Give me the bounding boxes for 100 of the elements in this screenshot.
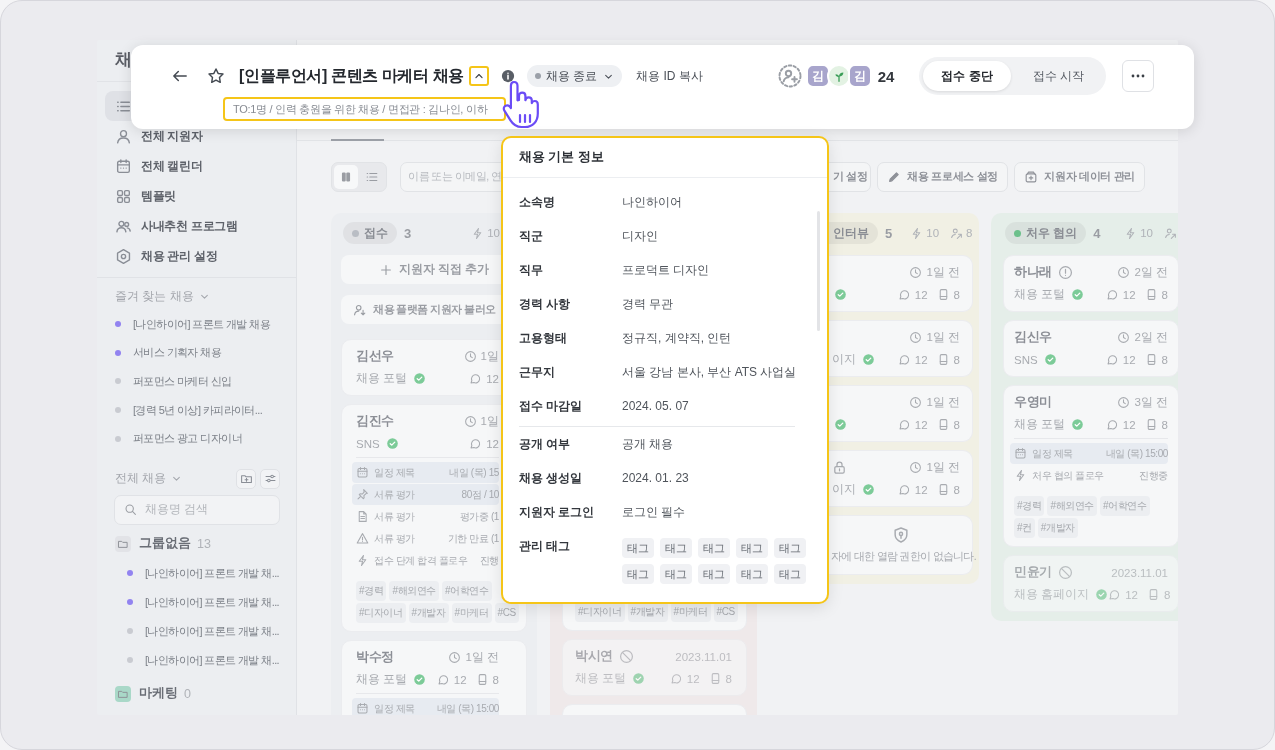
- tag: 태그: [660, 538, 692, 558]
- stat-count: 10: [1140, 227, 1153, 239]
- document-count: 8: [492, 673, 499, 686]
- applicant-name: 박시연: [575, 648, 614, 665]
- field-value: 서울 강남 본사, 부산 ATS 사업실: [622, 363, 797, 381]
- field-label: 직군: [519, 227, 544, 245]
- tag: 태그: [774, 538, 806, 558]
- schedule-label: 처우 협의 플로우: [1032, 468, 1105, 483]
- field-value: 디자인: [622, 227, 658, 245]
- source-label: 채용 포털: [1014, 287, 1066, 302]
- source-label: 이지: [832, 352, 856, 367]
- elapsed-time: 3일 전: [1134, 395, 1168, 410]
- tag: #개발자: [1037, 518, 1078, 538]
- comment-count: 12: [486, 372, 499, 385]
- comment-count: 12: [453, 673, 467, 686]
- stage-count: 5: [885, 225, 893, 241]
- tag: #컨: [1014, 518, 1035, 538]
- avatar: 김: [847, 64, 872, 88]
- elapsed-time: 1일: [480, 349, 499, 364]
- tag: #어학연수: [1099, 496, 1150, 516]
- schedule-value: 평가중 (1: [459, 509, 499, 524]
- field-value: 나인하이어: [622, 193, 682, 211]
- tag: #마케터: [451, 603, 492, 623]
- document-count: 8: [1161, 288, 1168, 301]
- applicant-name: 김진수: [356, 413, 395, 430]
- applicant-name: 박수정: [356, 649, 395, 666]
- field-value: 프로덕트 디자인: [622, 261, 710, 279]
- field-value: 로그인 필수: [622, 503, 686, 521]
- source-label: 채용 포털: [356, 371, 408, 386]
- group-count: 0: [184, 686, 191, 701]
- tag: #해외연수: [389, 581, 439, 601]
- tag: #경력: [1014, 496, 1045, 516]
- source-label: SNS: [356, 437, 380, 450]
- applicant-name: 하나래: [1014, 264, 1053, 281]
- tag: #CS: [713, 602, 738, 622]
- tag: #디자이너: [575, 602, 625, 622]
- tag: #어학연수: [441, 581, 492, 601]
- comment-count: 12: [914, 483, 928, 496]
- elapsed-time: 1일 전: [926, 265, 960, 280]
- tag: 태그: [698, 538, 730, 558]
- tag: #디자이너: [356, 603, 406, 623]
- tag: #마케터: [670, 602, 711, 622]
- source-label: 채용 포털: [356, 672, 408, 687]
- schedule-label: 일정 제목: [374, 701, 416, 715]
- document-count: 8: [953, 418, 960, 431]
- elapsed-time: 2일 전: [1134, 265, 1168, 280]
- tag: #개발자: [408, 603, 449, 623]
- field-value: 경력 무관: [622, 295, 674, 313]
- schedule-label: 일정 제목: [374, 465, 416, 480]
- tag: #개발자: [627, 602, 668, 622]
- comment-count: 12: [486, 437, 499, 450]
- tag: 태그: [622, 564, 654, 584]
- recruitment-summary: TO:1명 / 인력 충원을 위한 채용 / 면접관 : 김나인, 이하: [223, 97, 506, 121]
- elapsed-time: 1일: [480, 414, 499, 429]
- schedule-label: 서류 평가: [374, 531, 416, 546]
- field-value: 공개 채용: [622, 435, 674, 453]
- source-label: 이지: [832, 482, 856, 497]
- schedule-value: 진행중: [1139, 468, 1168, 483]
- field-value: 2024. 01. 23: [622, 471, 689, 485]
- document-count: 8: [953, 353, 960, 366]
- elapsed-time: 1일 전: [465, 650, 499, 665]
- applicant-name: 민윤기: [1014, 564, 1053, 581]
- member-count: 24: [877, 67, 895, 85]
- schedule-label: 서류 평가: [374, 509, 416, 524]
- document-count: 8: [1161, 418, 1168, 431]
- tag: 태그: [622, 538, 654, 558]
- comment-count: 12: [1122, 353, 1136, 366]
- field-label: 소속명: [519, 193, 556, 211]
- stat-count: 10: [926, 227, 940, 239]
- source-label: SNS: [1014, 353, 1038, 366]
- tag: 태그: [698, 564, 730, 584]
- field-value: 정규직, 계약직, 인턴: [622, 329, 732, 347]
- elapsed-time: 1일 전: [926, 330, 960, 345]
- tag: 태그: [774, 564, 806, 584]
- applicant-name: 우영미: [1014, 394, 1053, 411]
- elapsed-time: 1일 전: [926, 460, 960, 475]
- tag: 태그: [736, 538, 768, 558]
- schedule-label: 일정 제목: [1032, 446, 1074, 461]
- comment-count: 12: [914, 288, 928, 301]
- comment-count: 12: [914, 418, 928, 431]
- source-label: 채용 포털: [1014, 417, 1066, 432]
- popup-title: 채용 기본 정보: [503, 138, 827, 178]
- applicant-name: 김신우: [1014, 329, 1053, 346]
- group-count: 13: [197, 536, 211, 551]
- tag: 태그: [660, 564, 692, 584]
- comment-count: 12: [1122, 288, 1136, 301]
- applicant-name: 김선우: [356, 348, 395, 365]
- avatar: 김: [805, 64, 830, 88]
- comment-count: 12: [1122, 418, 1136, 431]
- tag: #경력: [356, 581, 387, 601]
- document-count: 8: [953, 288, 960, 301]
- stat-count: 8: [966, 227, 973, 239]
- schedule-value: 기한 만료 (1: [447, 531, 499, 546]
- document-count: 8: [1161, 353, 1168, 366]
- schedule-value: 80점 / 10: [461, 487, 499, 502]
- field-value: 2024. 05. 07: [622, 399, 689, 413]
- elapsed-time: 2일 전: [1134, 330, 1168, 345]
- stage-count: 3: [404, 225, 412, 241]
- tag: #해외연수: [1047, 496, 1097, 516]
- stat-count: 10: [487, 227, 500, 239]
